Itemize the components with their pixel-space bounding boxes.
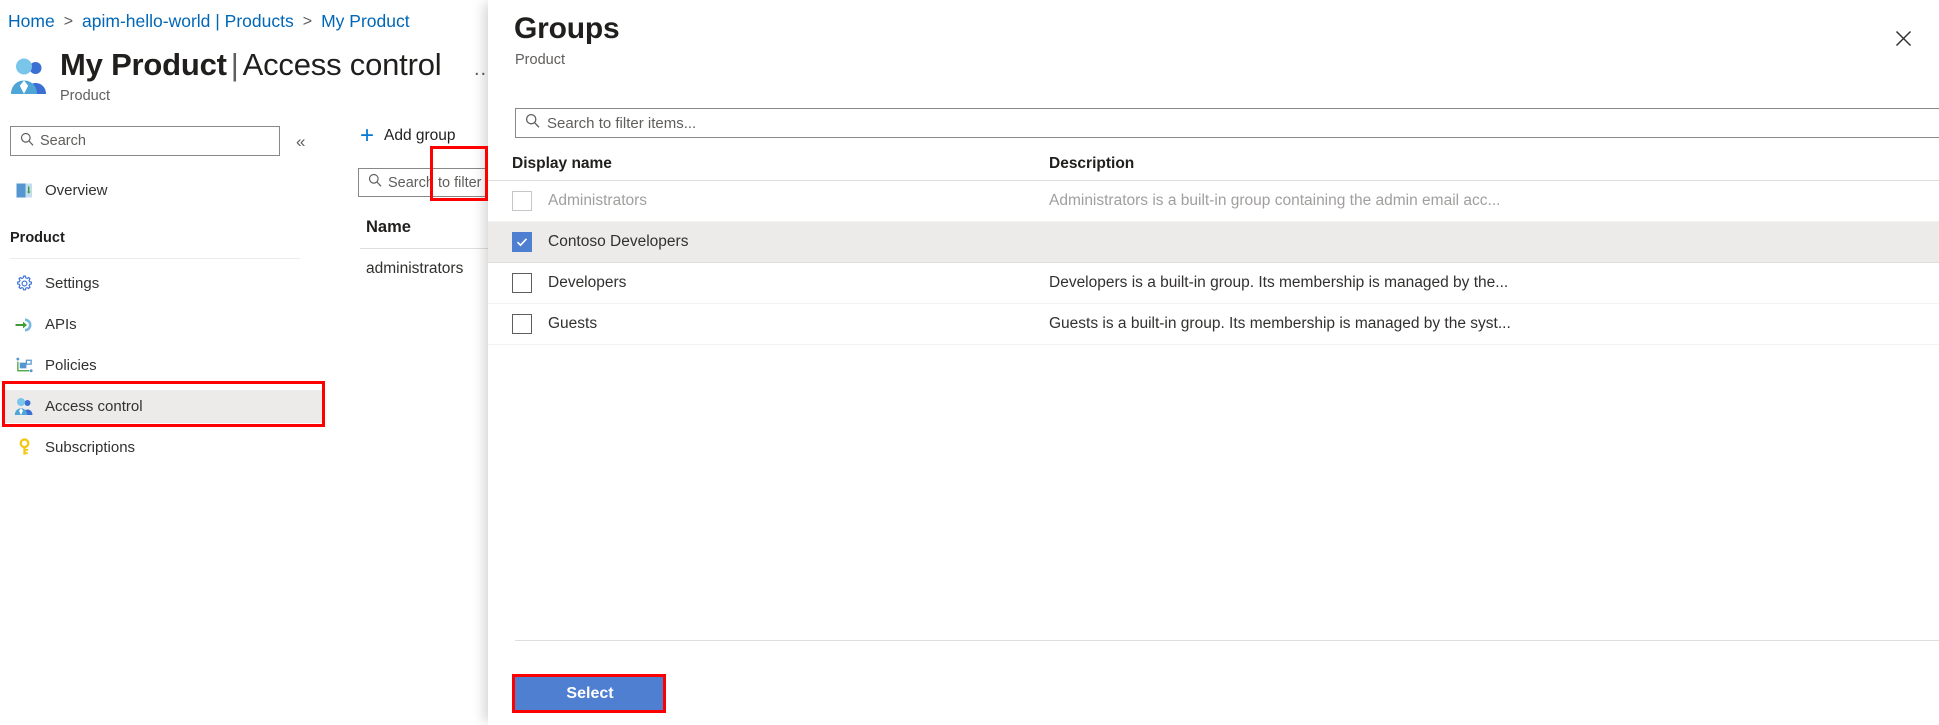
row-checkbox[interactable]	[512, 314, 532, 334]
select-button[interactable]: Select	[515, 677, 665, 710]
breadcrumb-item-apim-products[interactable]: apim-hello-world | Products	[82, 11, 294, 32]
close-icon[interactable]	[1885, 20, 1921, 56]
row-description: Administrators is a built-in group conta…	[1049, 192, 1939, 210]
page-title: My Product|Access control	[60, 45, 441, 85]
sidebar-item-label: APIs	[45, 316, 77, 333]
panel-footer-divider	[515, 640, 1939, 641]
page-title-divider: |	[231, 47, 239, 82]
sidebar-item-policies[interactable]: Policies	[4, 349, 322, 382]
breadcrumb-separator: >	[64, 13, 73, 31]
gear-icon	[14, 274, 34, 294]
search-icon	[525, 113, 540, 133]
sidebar-item-apis[interactable]: APIs	[4, 308, 322, 341]
users-group-icon	[14, 397, 34, 417]
page-title-main: My Product	[60, 47, 227, 82]
groups-context-panel: Groups Product Search to filter items...…	[488, 0, 1939, 725]
api-arrow-icon	[14, 315, 34, 335]
key-icon	[14, 438, 34, 458]
sidebar-group-header-product: Product	[10, 230, 65, 246]
column-header-name: Name	[366, 218, 411, 237]
groups-table: Display name Description Administrators …	[488, 148, 1939, 345]
search-icon	[368, 173, 382, 192]
sidebar-item-label: Subscriptions	[45, 439, 135, 456]
table-row[interactable]: Contoso Developers	[488, 222, 1939, 263]
column-header-description: Description	[1049, 155, 1939, 173]
table-row[interactable]: administrators	[366, 260, 463, 278]
panel-search-input[interactable]: Search to filter items...	[515, 108, 1939, 138]
table-row[interactable]: Guests Guests is a built-in group. Its m…	[488, 304, 1939, 345]
sidebar-item-access-control[interactable]: Access control	[4, 390, 322, 423]
sidebar-item-label: Settings	[45, 275, 99, 292]
table-row[interactable]: Developers Developers is a built-in grou…	[488, 263, 1939, 304]
column-header-display-name: Display name	[512, 155, 1049, 173]
row-display-name: Guests	[548, 315, 597, 333]
add-group-label: Add group	[384, 127, 456, 145]
sidebar-item-overview[interactable]: Overview	[4, 174, 322, 207]
breadcrumb-separator: >	[303, 13, 312, 31]
breadcrumb-item-my-product[interactable]: My Product	[321, 11, 410, 32]
double-chevron-left-icon[interactable]: «	[296, 132, 305, 152]
row-checkbox	[512, 191, 532, 211]
search-input[interactable]: Search	[10, 126, 280, 156]
page-title-section: Access control	[243, 47, 442, 82]
sidebar-item-settings[interactable]: Settings	[4, 267, 322, 300]
row-display-name: Administrators	[548, 192, 647, 210]
row-description: Developers is a built-in group. Its memb…	[1049, 274, 1939, 292]
panel-title: Groups	[514, 12, 619, 46]
panel-subtitle: Product	[515, 52, 565, 68]
search-placeholder: Search	[40, 133, 86, 149]
page-subtitle: Product	[60, 88, 110, 104]
add-group-button[interactable]: + Add group	[360, 120, 456, 152]
row-checkbox[interactable]	[512, 232, 532, 252]
panel-search-placeholder: Search to filter items...	[547, 115, 696, 132]
row-description: Guests is a built-in group. Its membersh…	[1049, 315, 1939, 333]
content-search-placeholder: Search to filter	[388, 175, 482, 191]
sidebar-item-subscriptions[interactable]: Subscriptions	[4, 431, 322, 464]
table-header-row: Display name Description	[488, 148, 1939, 181]
breadcrumb-item-home[interactable]: Home	[8, 11, 55, 32]
row-display-name: Contoso Developers	[548, 233, 688, 251]
policies-icon	[14, 356, 34, 376]
sidebar-item-label: Overview	[45, 182, 108, 199]
sidebar-item-label: Policies	[45, 357, 97, 374]
breadcrumb: Home > apim-hello-world | Products > My …	[8, 11, 410, 32]
overview-box-icon	[14, 181, 34, 201]
search-icon	[20, 132, 34, 151]
row-checkbox[interactable]	[512, 273, 532, 293]
table-row: Administrators Administrators is a built…	[488, 181, 1939, 222]
sidebar-divider	[10, 258, 300, 259]
sidebar-item-label: Access control	[45, 398, 143, 415]
plus-icon: +	[360, 124, 374, 148]
users-group-icon	[10, 57, 50, 95]
row-display-name: Developers	[548, 274, 626, 292]
